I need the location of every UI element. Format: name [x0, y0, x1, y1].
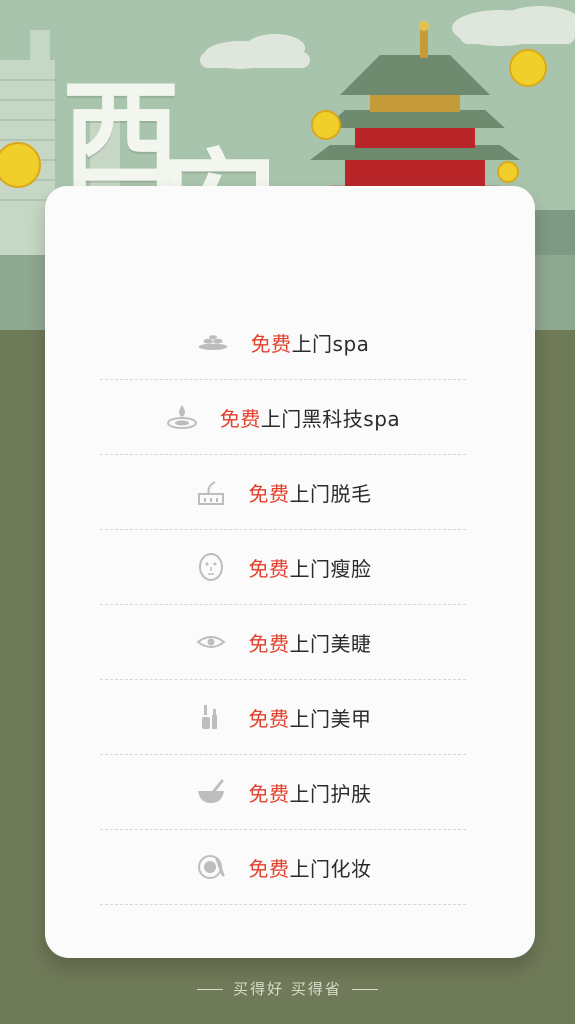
makeup-icon: [195, 851, 227, 883]
footer-slogan: 买得好 买得省: [0, 978, 575, 999]
service-label: 上门黑科技spa: [260, 406, 401, 431]
free-label: 免费: [248, 781, 290, 806]
service-item-face-slimming[interactable]: 免费上门瘦脸: [100, 530, 466, 605]
eye-icon: [195, 626, 227, 658]
service-item-spa[interactable]: 免费上门spa: [100, 305, 466, 380]
slogan-text: 买得好 买得省: [233, 980, 342, 998]
free-label: 免费: [248, 856, 290, 881]
free-label: 免费: [248, 631, 290, 656]
free-label: 免费: [248, 706, 290, 731]
service-label: 上门化妆: [289, 856, 372, 881]
service-label: 上门美甲: [289, 706, 372, 731]
divider: [197, 989, 224, 990]
skincare-bowl-icon: [195, 776, 227, 808]
service-label: 上门spa: [291, 331, 370, 356]
service-label: 上门脱毛: [289, 481, 372, 506]
service-label: 上门美睫: [289, 631, 372, 656]
free-label: 免费: [248, 556, 290, 581]
service-item-manicure[interactable]: 免费上门美甲: [100, 680, 466, 755]
service-item-eyelash[interactable]: 免费上门美睫: [100, 605, 466, 680]
service-label: 上门护肤: [289, 781, 372, 806]
service-label: 上门瘦脸: [289, 556, 372, 581]
spa-stones-icon: [197, 326, 229, 358]
service-list: 免费上门spa 免费上门黑科技spa 免费上门脱毛 免费上门瘦脸 免费上门美睫 …: [100, 305, 466, 905]
free-label: 免费: [248, 481, 290, 506]
divider: [351, 989, 378, 990]
service-item-hair-removal[interactable]: 免费上门脱毛: [100, 455, 466, 530]
face-mask-icon: [195, 551, 227, 583]
water-drop-icon: [166, 401, 198, 433]
free-label: 免费: [250, 331, 292, 356]
nail-polish-icon: [195, 701, 227, 733]
hair-removal-icon: [195, 476, 227, 508]
service-item-skincare[interactable]: 免费上门护肤: [100, 755, 466, 830]
free-label: 免费: [219, 406, 261, 431]
service-item-tech-spa[interactable]: 免费上门黑科技spa: [100, 380, 466, 455]
card-top-wave: [45, 188, 535, 248]
service-item-makeup[interactable]: 免费上门化妆: [100, 830, 466, 905]
